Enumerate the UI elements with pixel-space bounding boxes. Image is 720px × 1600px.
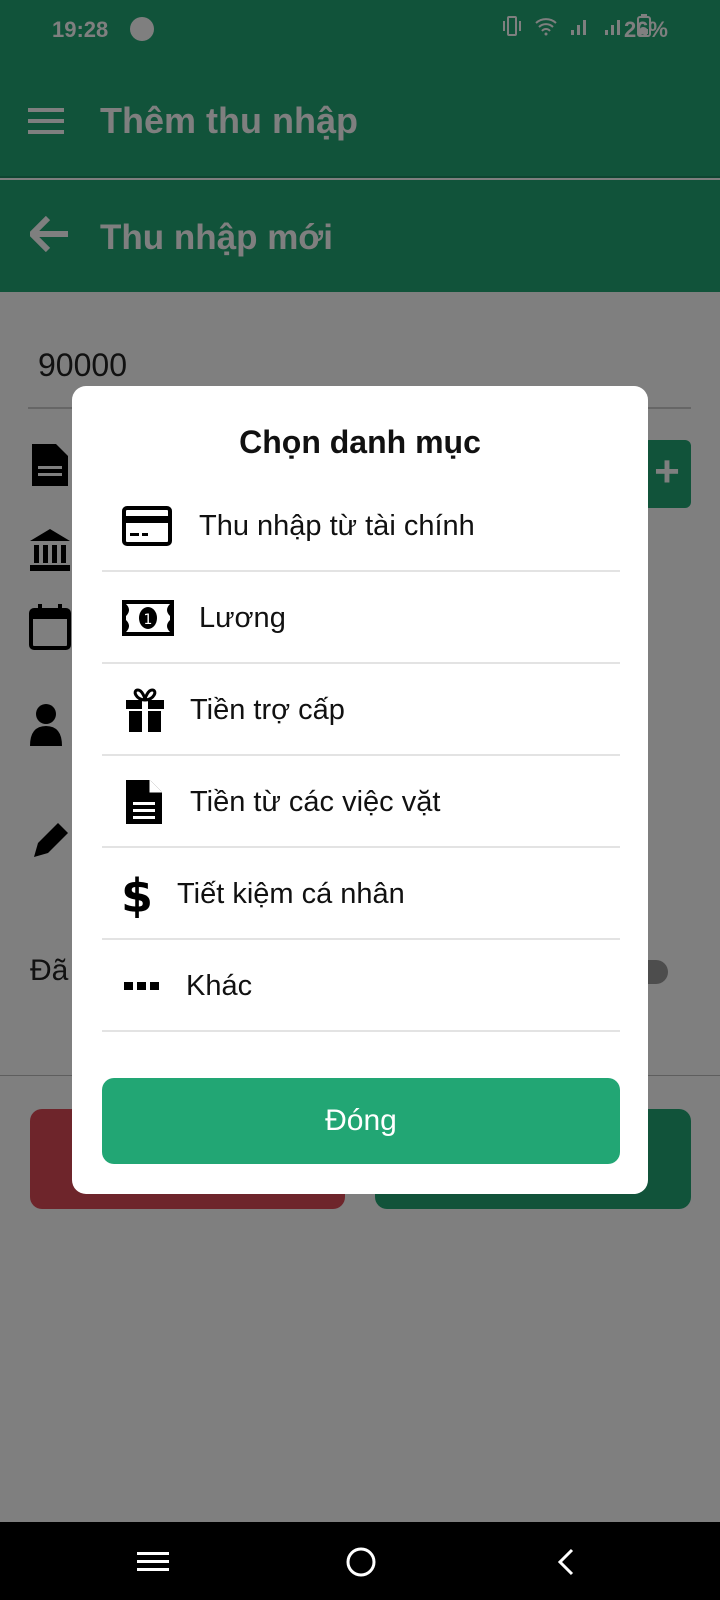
category-item-other[interactable]: Khác — [102, 940, 620, 1032]
close-button[interactable]: Đóng — [102, 1078, 620, 1164]
category-item-odd-jobs[interactable]: Tiền từ các việc vặt — [102, 756, 620, 848]
recent-apps-icon[interactable] — [133, 1544, 173, 1580]
svg-text:$: $ — [122, 870, 152, 918]
category-dialog: Chọn danh mục Thu nhập từ tài chính 1 Lư… — [72, 386, 648, 1194]
system-nav-bar — [0, 1522, 720, 1600]
home-icon[interactable] — [341, 1544, 381, 1580]
category-label: Thu nhập từ tài chính — [199, 510, 475, 542]
dialog-title: Chọn danh mục — [239, 424, 481, 460]
category-label: Khác — [186, 970, 253, 1002]
category-label: Tiết kiệm cá nhân — [177, 878, 405, 910]
category-label: Tiền trợ cấp — [190, 694, 345, 726]
gift-icon — [126, 688, 164, 732]
dollar-icon: $ — [122, 870, 152, 918]
money-bill-icon: 1 — [122, 600, 174, 636]
more-icon — [124, 982, 159, 990]
back-icon[interactable] — [548, 1544, 588, 1580]
credit-card-icon — [122, 506, 172, 546]
category-item-salary[interactable]: 1 Lương — [102, 572, 620, 664]
file-icon — [126, 780, 162, 824]
category-item-savings[interactable]: $ Tiết kiệm cá nhân — [102, 848, 620, 940]
category-item-finance[interactable]: Thu nhập từ tài chính — [102, 480, 620, 572]
svg-text:1: 1 — [144, 612, 153, 628]
category-label: Tiền từ các việc vặt — [190, 786, 441, 818]
category-label: Lương — [199, 602, 286, 634]
category-item-allowance[interactable]: Tiền trợ cấp — [102, 664, 620, 756]
